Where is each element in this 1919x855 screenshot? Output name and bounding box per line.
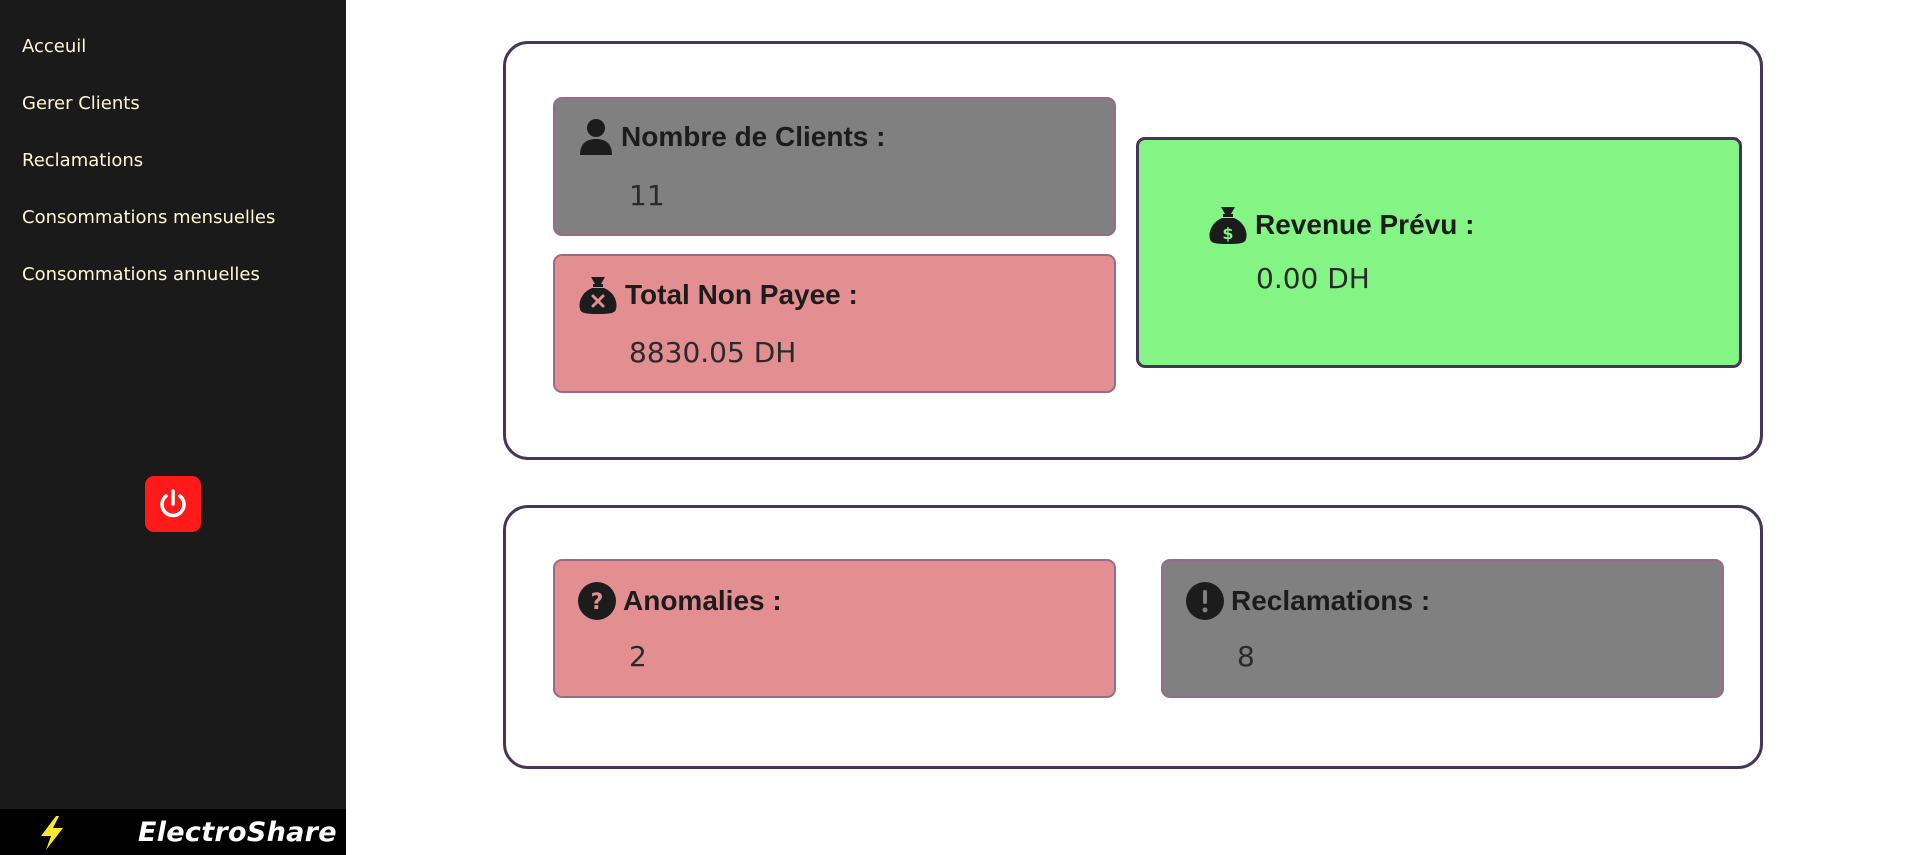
unpaid-card[interactable]: Total Non Payee : 8830.05 DH: [553, 254, 1116, 393]
user-icon: [577, 118, 615, 156]
sidebar-item-consommations-annuelles[interactable]: Consommations annuelles: [22, 261, 275, 318]
lightning-bolt-icon: [41, 816, 63, 850]
summary-panel: Nombre de Clients : 11 Total Non Payee :…: [503, 41, 1763, 460]
clients-value: 11: [629, 179, 665, 212]
sidebar: Acceuil Gerer Clients Reclamations Conso…: [0, 0, 346, 855]
reclamations-value: 8: [1237, 640, 1255, 673]
clients-card[interactable]: Nombre de Clients : 11: [553, 97, 1116, 236]
brand-name: ElectroShare: [138, 817, 337, 848]
revenue-label: Revenue Prévu :: [1255, 209, 1475, 240]
svg-text:?: ?: [591, 590, 604, 615]
sidebar-nav: Acceuil Gerer Clients Reclamations Conso…: [22, 33, 275, 318]
anomalies-value: 2: [629, 640, 647, 673]
power-icon: [160, 489, 186, 518]
unpaid-label: Total Non Payee :: [625, 279, 858, 310]
sidebar-item-consommations-mensuelles[interactable]: Consommations mensuelles: [22, 204, 275, 261]
exclamation-circle-icon: [1185, 582, 1225, 620]
reclamations-label: Reclamations :: [1231, 585, 1431, 616]
svg-text:$: $: [1222, 224, 1233, 243]
money-bag-x-icon: [577, 276, 619, 314]
anomalies-card[interactable]: ? Anomalies : 2: [553, 559, 1116, 698]
reclamations-card[interactable]: Reclamations : 8: [1161, 559, 1724, 698]
sidebar-item-gerer-clients[interactable]: Gerer Clients: [22, 90, 275, 147]
app: Acceuil Gerer Clients Reclamations Conso…: [0, 0, 1919, 855]
revenue-card[interactable]: $ Revenue Prévu : 0.00 DH: [1136, 137, 1742, 368]
money-bag-dollar-icon: $: [1207, 206, 1249, 244]
anomalies-label: Anomalies :: [623, 585, 782, 616]
unpaid-value: 8830.05 DH: [629, 336, 797, 369]
sidebar-footer: ElectroShare: [0, 809, 346, 855]
logout-button[interactable]: [145, 476, 201, 532]
sidebar-item-acceuil[interactable]: Acceuil: [22, 33, 275, 90]
revenue-value: 0.00 DH: [1256, 262, 1370, 295]
sidebar-item-reclamations[interactable]: Reclamations: [22, 147, 275, 204]
clients-label: Nombre de Clients :: [621, 121, 886, 152]
issues-panel: ? Anomalies : 2 Reclamations : 8: [503, 505, 1763, 769]
question-circle-icon: ?: [577, 582, 617, 620]
